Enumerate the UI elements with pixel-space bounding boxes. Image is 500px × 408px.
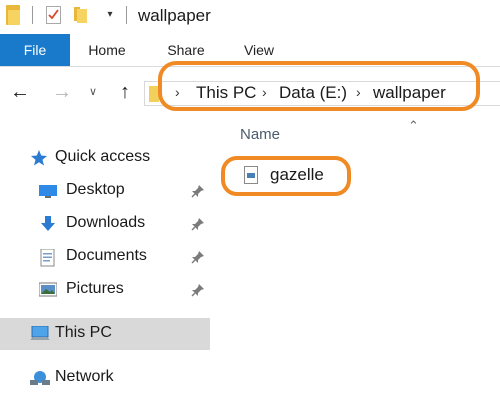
navigation-bar: ← → ∨ ↑ › This PC › Data (E:) › wallpape… (0, 67, 500, 118)
back-arrow-icon[interactable]: ← (8, 81, 32, 103)
sidebar-item-network[interactable]: Network (0, 362, 210, 394)
file-item[interactable]: gazelle (236, 162, 356, 188)
recent-locations-chevron-icon[interactable]: ∨ (86, 81, 100, 103)
breadcrumb-chevron-icon[interactable]: › (356, 84, 361, 100)
sidebar-item-label: Network (55, 368, 114, 385)
sidebar-item-label: Downloads (66, 214, 146, 231)
network-icon (30, 370, 50, 386)
address-bar[interactable]: › This PC › Data (E:) › wallpaper (144, 81, 500, 106)
toolbar-divider (32, 6, 33, 24)
tab-share[interactable]: Share (155, 34, 217, 66)
desktop-icon (39, 183, 57, 199)
breadcrumb-this-pc[interactable]: This PC (196, 83, 256, 103)
forward-arrow-icon[interactable]: → (50, 81, 74, 103)
pin-icon[interactable] (191, 184, 205, 198)
document-icon (40, 248, 58, 267)
sidebar-item-desktop[interactable]: Desktop (0, 175, 210, 207)
file-list: Name ⌃ gazelle (218, 118, 500, 408)
sidebar-item-label: This PC (55, 324, 112, 341)
pictures-icon (38, 282, 58, 298)
customize-quick-access-dropdown-icon[interactable]: ▾ (104, 9, 116, 21)
sidebar-item-this-pc[interactable]: This PC (0, 318, 210, 350)
column-header-name[interactable]: Name (240, 126, 280, 143)
toolbar-divider (126, 6, 127, 24)
tab-home[interactable]: Home (76, 34, 138, 66)
sidebar-item-label: Pictures (66, 280, 124, 297)
file-explorer-window: ▾ wallpaper File Home Share View ← → ∨ ↑… (0, 0, 500, 408)
sidebar-item-label: Quick access (55, 148, 151, 165)
window-title: wallpaper (138, 6, 211, 25)
computer-icon (30, 325, 50, 342)
star-icon (30, 150, 48, 166)
sidebar-item-label: Desktop (66, 181, 125, 198)
breadcrumb-data-drive[interactable]: Data (E:) (279, 83, 347, 103)
up-arrow-icon[interactable]: ↑ (114, 81, 136, 103)
pin-icon[interactable] (191, 217, 205, 231)
tab-view[interactable]: View (230, 34, 288, 66)
folder-icon (6, 5, 20, 25)
sidebar-item-label: Documents (66, 247, 147, 264)
pin-icon[interactable] (191, 250, 205, 264)
sort-ascending-icon[interactable]: ⌃ (408, 118, 419, 134)
sidebar-item-pictures[interactable]: Pictures (0, 274, 210, 306)
breadcrumb-chevron-icon[interactable]: › (175, 84, 180, 100)
file-name: gazelle (270, 165, 324, 184)
new-folder-icon[interactable] (74, 7, 91, 23)
title-bar: ▾ wallpaper (0, 0, 500, 34)
sidebar-item-downloads[interactable]: Downloads (0, 208, 210, 240)
folder-icon (149, 86, 159, 102)
download-arrow-icon (39, 216, 57, 232)
properties-icon[interactable] (46, 6, 61, 24)
breadcrumb-chevron-icon[interactable]: › (262, 84, 267, 100)
sidebar-item-documents[interactable]: Documents (0, 241, 210, 273)
sidebar-item-quick-access[interactable]: Quick access (0, 142, 210, 174)
breadcrumb-wallpaper[interactable]: wallpaper (373, 83, 446, 103)
pin-icon[interactable] (191, 283, 205, 297)
ribbon-tabs: File Home Share View (0, 34, 500, 67)
tab-file[interactable]: File (0, 34, 70, 66)
navigation-pane: Quick access Desktop Downloads Documents… (0, 118, 215, 408)
image-file-icon (244, 166, 258, 184)
